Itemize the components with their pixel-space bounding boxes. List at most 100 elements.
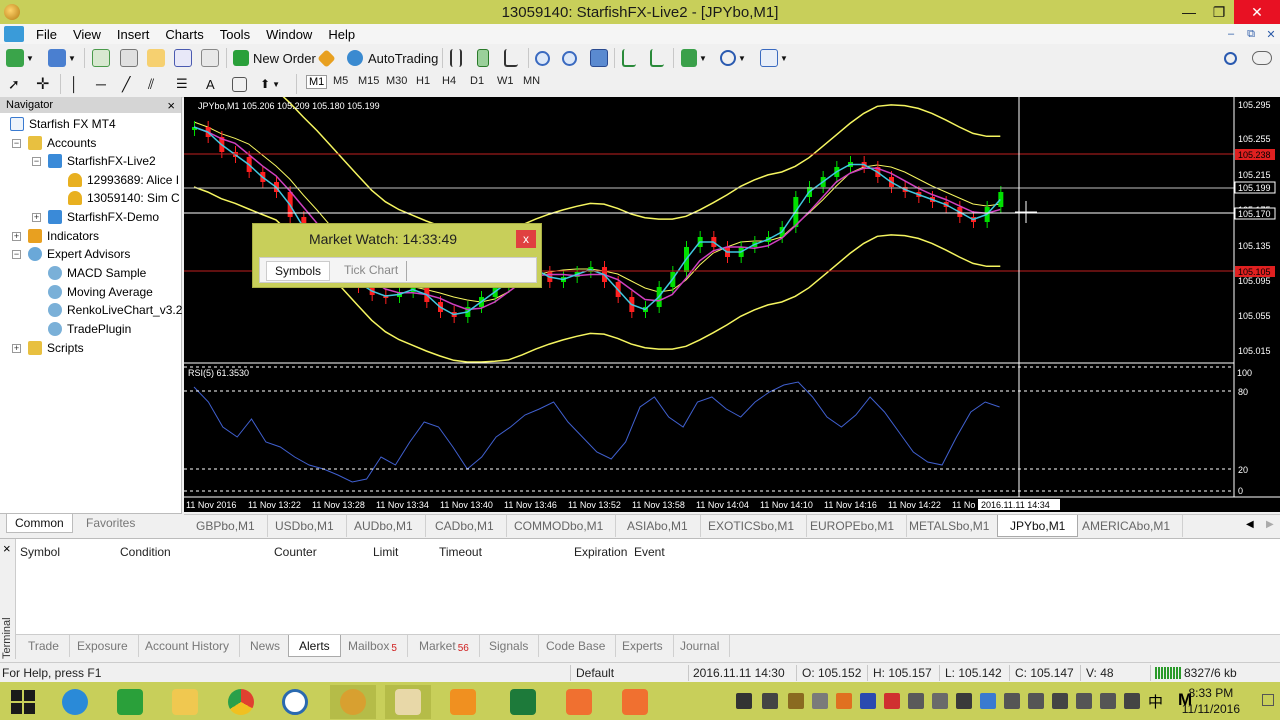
candlestick-button[interactable] bbox=[477, 47, 489, 69]
nav-ea-item[interactable]: Moving Average bbox=[48, 283, 153, 301]
text-tool[interactable]: A bbox=[206, 73, 215, 95]
chart-tab[interactable]: CADbo,M1 bbox=[423, 515, 507, 537]
chart-tab[interactable]: ASIAbo,M1 bbox=[615, 515, 701, 537]
menu-tools[interactable]: Tools bbox=[212, 27, 258, 42]
data-window-button[interactable] bbox=[120, 47, 138, 69]
chart-tab[interactable]: COMMODbo,M1 bbox=[502, 515, 617, 537]
templates-button[interactable]: ▼ bbox=[760, 47, 788, 69]
collapse-accounts-icon[interactable]: − bbox=[12, 139, 21, 148]
tab-symbols[interactable]: Symbols bbox=[266, 261, 331, 281]
tray-icon[interactable] bbox=[736, 693, 752, 709]
tray-icon[interactable] bbox=[788, 693, 804, 709]
zoom-in-button[interactable] bbox=[535, 47, 550, 69]
taskbar-media[interactable] bbox=[440, 685, 486, 719]
trendline-tool[interactable]: ╱ bbox=[122, 73, 130, 95]
indicators-button[interactable]: ▼ bbox=[681, 47, 707, 69]
connection-status-icon[interactable] bbox=[1155, 667, 1181, 679]
tab-tick-chart[interactable]: Tick Chart bbox=[336, 261, 408, 281]
chart-canvas[interactable]: JPYbo,M1 105.206 105.209 105.180 105.199… bbox=[184, 97, 1280, 512]
taskbar-starfish[interactable] bbox=[385, 685, 431, 719]
scroll-right-icon[interactable]: ▶ bbox=[1266, 519, 1274, 530]
tray-icon[interactable] bbox=[1052, 693, 1068, 709]
tab-exposure[interactable]: Exposure bbox=[67, 635, 139, 657]
nav-ea-item[interactable]: TradePlugin bbox=[48, 320, 131, 338]
tile-windows-button[interactable] bbox=[590, 47, 608, 69]
column-header[interactable]: Expiration bbox=[574, 545, 627, 559]
menu-file[interactable]: File bbox=[28, 27, 65, 42]
new-chart-button[interactable]: ▼ bbox=[6, 47, 34, 69]
chart-tab[interactable]: EXOTICSbo,M1 bbox=[696, 515, 808, 537]
timeframe-m30[interactable]: M30 bbox=[386, 75, 407, 87]
column-header[interactable]: Limit bbox=[373, 545, 398, 559]
scroll-left-icon[interactable]: ◀ bbox=[1246, 519, 1254, 530]
tab-market[interactable]: Market 56 bbox=[409, 635, 480, 657]
column-header[interactable]: Event bbox=[634, 545, 665, 559]
nav-demo-server[interactable]: StarfishFX-Demo bbox=[48, 208, 159, 226]
minimize-button[interactable]: — bbox=[1174, 0, 1204, 24]
arrows-tool[interactable]: ⬆ ▼ bbox=[260, 73, 280, 95]
tray-icon[interactable] bbox=[1004, 693, 1020, 709]
expand-scripts-icon[interactable]: + bbox=[12, 344, 21, 353]
tray-icon[interactable] bbox=[1028, 693, 1044, 709]
terminal-close-button[interactable]: × bbox=[3, 541, 11, 556]
close-button[interactable]: ✕ bbox=[1234, 0, 1280, 24]
nav-accounts[interactable]: Accounts bbox=[28, 134, 96, 152]
tray-icon[interactable] bbox=[860, 693, 876, 709]
taskbar-chrome[interactable] bbox=[218, 685, 264, 719]
bar-chart-button[interactable] bbox=[450, 47, 462, 69]
nav-indicators[interactable]: Indicators bbox=[28, 227, 99, 245]
tab-news[interactable]: News bbox=[240, 635, 292, 657]
mdi-close-button[interactable]: ✕ bbox=[1262, 26, 1280, 42]
profiles-button[interactable]: ▼ bbox=[48, 47, 76, 69]
periods-button[interactable]: ▼ bbox=[720, 47, 746, 69]
tab-journal[interactable]: Journal bbox=[670, 635, 731, 657]
tray-icon[interactable] bbox=[884, 693, 900, 709]
taskbar-store[interactable] bbox=[107, 685, 153, 719]
price-chart[interactable]: JPYbo,M1 105.206 105.209 105.180 105.199… bbox=[184, 97, 1280, 512]
chart-tab-active[interactable]: JPYbo,M1 bbox=[997, 515, 1079, 537]
cursor-tool[interactable]: ➚ bbox=[8, 73, 20, 95]
mdi-restore-button[interactable]: ⧉ bbox=[1242, 26, 1260, 42]
tab-trade[interactable]: Trade bbox=[18, 635, 70, 657]
chart-tab[interactable]: EUROPEbo,M1 bbox=[798, 515, 908, 537]
auto-scroll-button[interactable] bbox=[622, 47, 636, 69]
network-icon[interactable] bbox=[1100, 693, 1116, 709]
column-header[interactable]: Symbol bbox=[20, 545, 60, 559]
tab-mailbox[interactable]: Mailbox 5 bbox=[338, 635, 408, 657]
text-label-tool[interactable] bbox=[232, 73, 247, 95]
new-order-button[interactable]: New Order bbox=[233, 47, 316, 69]
strategy-tester-button[interactable] bbox=[201, 47, 219, 69]
timeframe-h4[interactable]: H4 bbox=[442, 75, 456, 87]
column-header[interactable]: Timeout bbox=[439, 545, 482, 559]
tab-common[interactable]: Common bbox=[6, 514, 73, 533]
menu-window[interactable]: Window bbox=[258, 27, 320, 42]
tray-icon[interactable] bbox=[812, 693, 828, 709]
nav-root[interactable]: Starfish FX MT4 bbox=[10, 115, 116, 133]
mdi-minimize-button[interactable]: – bbox=[1222, 26, 1240, 42]
tab-code-base[interactable]: Code Base bbox=[536, 635, 617, 657]
tray-icon[interactable] bbox=[932, 693, 948, 709]
menu-charts[interactable]: Charts bbox=[157, 27, 211, 42]
nav-ea-item[interactable]: RenkoLiveChart_v3.2 bbox=[48, 301, 182, 319]
column-header[interactable]: Condition bbox=[120, 545, 171, 559]
tray-icon[interactable] bbox=[836, 693, 852, 709]
restore-button[interactable]: ❐ bbox=[1204, 0, 1234, 24]
chart-tab[interactable]: AMERICAbo,M1 bbox=[1070, 515, 1184, 537]
timeframe-m15[interactable]: M15 bbox=[358, 75, 379, 87]
nav-scripts[interactable]: Scripts bbox=[28, 339, 84, 357]
navigator-close-button[interactable]: × bbox=[167, 98, 175, 113]
taskbar-clock[interactable]: 8:33 PM 11/11/2016 bbox=[1182, 685, 1240, 717]
timeframe-h1[interactable]: H1 bbox=[416, 75, 430, 87]
timeframe-d1[interactable]: D1 bbox=[470, 75, 484, 87]
navigator-button[interactable] bbox=[147, 47, 165, 69]
timeframe-mn[interactable]: MN bbox=[523, 75, 540, 87]
nav-expert-advisors[interactable]: Expert Advisors bbox=[28, 245, 130, 263]
terminal-button[interactable] bbox=[174, 47, 192, 69]
nav-live-server[interactable]: StarfishFX-Live2 bbox=[48, 152, 156, 170]
timeframe-m5[interactable]: M5 bbox=[333, 75, 348, 87]
tab-experts[interactable]: Experts bbox=[612, 635, 674, 657]
nav-ea-item[interactable]: MACD Sample bbox=[48, 264, 146, 282]
notifications-icon[interactable] bbox=[1262, 694, 1274, 706]
chart-tab[interactable]: GBPbo,M1 bbox=[184, 515, 268, 537]
taskbar-snip[interactable] bbox=[556, 685, 602, 719]
